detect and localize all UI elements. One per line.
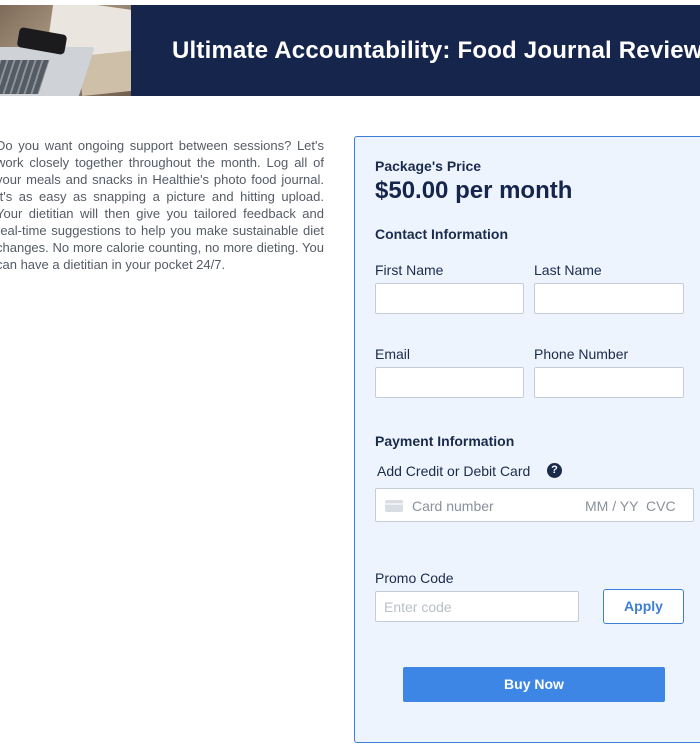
cvc-placeholder: CVC bbox=[646, 498, 676, 514]
first-name-field[interactable] bbox=[375, 283, 524, 314]
email-field[interactable] bbox=[375, 367, 524, 398]
payment-heading: Payment Information bbox=[375, 433, 515, 449]
promo-label: Promo Code bbox=[375, 570, 454, 586]
page-title: Ultimate Accountability: Food Journal Re… bbox=[172, 36, 700, 64]
card-number-placeholder: Card number bbox=[412, 498, 494, 514]
card-label: Add Credit or Debit Card bbox=[377, 463, 531, 479]
credit-card-icon bbox=[385, 500, 403, 512]
buy-now-button[interactable]: Buy Now bbox=[403, 667, 665, 702]
hero-photo bbox=[0, 5, 131, 96]
price-value: $50.00 per month bbox=[375, 177, 573, 204]
last-name-label: Last Name bbox=[534, 262, 602, 278]
phone-label: Phone Number bbox=[534, 346, 629, 362]
contact-heading: Contact Information bbox=[375, 226, 508, 242]
hero-banner: Ultimate Accountability: Food Journal Re… bbox=[131, 5, 700, 96]
first-name-label: First Name bbox=[375, 262, 444, 278]
last-name-field[interactable] bbox=[534, 283, 684, 314]
promo-code-input[interactable] bbox=[375, 591, 579, 622]
price-label: Package's Price bbox=[375, 158, 482, 174]
phone-field[interactable] bbox=[534, 367, 684, 398]
package-description: Do you want ongoing support between sess… bbox=[0, 138, 324, 272]
card-number-field[interactable]: Card number MM / YY CVC bbox=[375, 488, 694, 522]
checkout-card: Package's Price $50.00 per month Contact… bbox=[354, 136, 700, 743]
email-label: Email bbox=[375, 346, 411, 362]
help-icon[interactable]: ? bbox=[547, 463, 562, 478]
expiry-placeholder: MM / YY bbox=[585, 498, 639, 514]
apply-button[interactable]: Apply bbox=[603, 589, 684, 624]
